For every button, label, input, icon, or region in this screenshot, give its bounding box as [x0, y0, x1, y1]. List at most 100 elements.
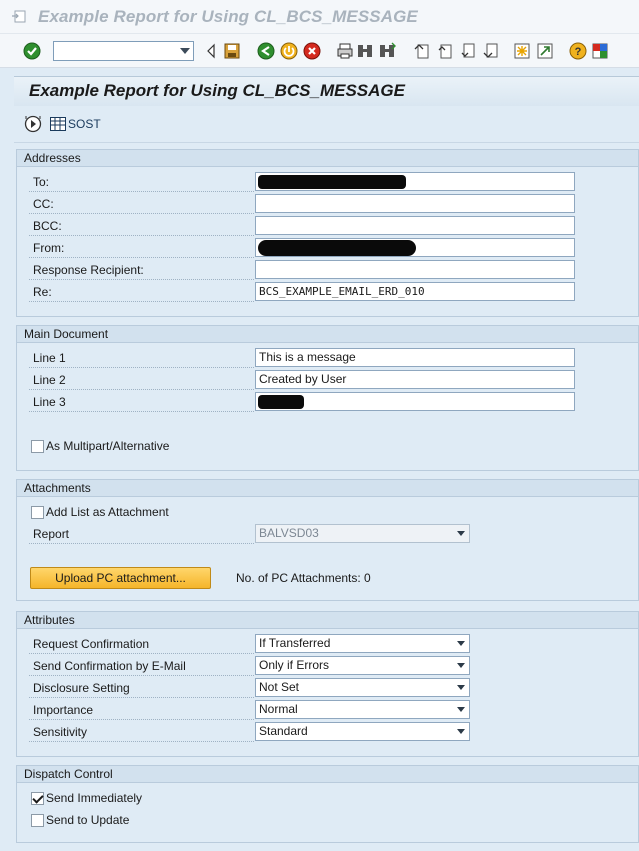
- line3-label: Line 3: [33, 395, 66, 409]
- send-immediately-label: Send Immediately: [46, 791, 143, 805]
- new-session-icon[interactable]: [513, 42, 531, 60]
- previous-page-icon[interactable]: [436, 42, 454, 60]
- row-divider: [29, 389, 254, 390]
- multipart-checkbox[interactable]: As Multipart/Alternative: [31, 439, 169, 453]
- save-icon[interactable]: [223, 42, 241, 60]
- line2-label: Line 2: [33, 373, 66, 387]
- attributes-group: Attributes Request Confirmation If Trans…: [16, 611, 639, 757]
- cancel-icon[interactable]: [303, 42, 321, 60]
- row-divider: [29, 213, 254, 214]
- redacted-block: [258, 240, 416, 256]
- line3-field[interactable]: [255, 392, 575, 411]
- redacted-block: [258, 395, 304, 409]
- request-confirmation-value: If Transferred: [259, 636, 331, 650]
- addresses-title: Addresses: [17, 150, 638, 167]
- checkbox-box[interactable]: [31, 813, 44, 827]
- chevron-down-icon[interactable]: [180, 48, 190, 54]
- add-list-checkbox[interactable]: Add List as Attachment: [31, 505, 169, 519]
- application-toolbar: SOST: [14, 107, 639, 143]
- report-select[interactable]: BALVSD03: [255, 524, 470, 543]
- pc-attachment-count: No. of PC Attachments: 0: [236, 571, 371, 585]
- chevron-down-icon[interactable]: [457, 641, 465, 646]
- next-page-icon[interactable]: [459, 42, 477, 60]
- row-divider: [29, 653, 254, 654]
- checkbox-box-checked[interactable]: [31, 791, 44, 805]
- row-divider: [29, 235, 254, 236]
- re-field[interactable]: BCS_EXAMPLE_EMAIL_ERD_010: [255, 282, 575, 301]
- line1-label: Line 1: [33, 351, 66, 365]
- chevron-down-icon[interactable]: [457, 729, 465, 734]
- importance-label: Importance: [33, 703, 94, 717]
- send-to-update-checkbox[interactable]: Send to Update: [31, 813, 129, 827]
- main-document-group: Main Document Line 1 This is a message L…: [16, 325, 639, 471]
- disclosure-setting-select[interactable]: Not Set: [255, 678, 470, 697]
- line2-field[interactable]: Created by User: [255, 370, 575, 389]
- execute-icon[interactable]: [24, 115, 42, 133]
- from-field[interactable]: [255, 238, 575, 257]
- row-divider: [29, 367, 254, 368]
- back-arrow-icon[interactable]: [203, 42, 221, 60]
- window-title: Example Report for Using CL_BCS_MESSAGE: [38, 7, 418, 26]
- shortcut-icon[interactable]: [536, 42, 554, 60]
- exit-document-icon: [12, 10, 26, 23]
- find-icon[interactable]: [356, 42, 374, 60]
- first-page-icon[interactable]: [413, 42, 431, 60]
- help-icon[interactable]: ?: [569, 42, 587, 60]
- line1-field[interactable]: This is a message: [255, 348, 575, 367]
- disclosure-setting-label: Disclosure Setting: [33, 681, 130, 695]
- svg-text:?: ?: [575, 46, 582, 58]
- cc-label: CC:: [33, 197, 54, 211]
- checkbox-box[interactable]: [31, 439, 44, 453]
- page-title: Example Report for Using CL_BCS_MESSAGE: [29, 81, 405, 100]
- row-divider: [29, 301, 254, 302]
- redacted-block: [258, 175, 406, 189]
- row-divider: [29, 543, 254, 544]
- chevron-down-icon[interactable]: [457, 685, 465, 690]
- sensitivity-select[interactable]: Standard: [255, 722, 470, 741]
- to-label: To:: [33, 175, 50, 189]
- send-confirmation-select[interactable]: Only if Errors: [255, 656, 470, 675]
- chevron-down-icon[interactable]: [457, 707, 465, 712]
- chevron-down-icon[interactable]: [457, 531, 465, 536]
- last-page-icon[interactable]: [482, 42, 500, 60]
- chevron-down-icon[interactable]: [457, 663, 465, 668]
- row-divider: [29, 411, 254, 412]
- response-recipient-label: Response Recipient:: [33, 263, 144, 277]
- sensitivity-value: Standard: [259, 724, 308, 738]
- exit-icon[interactable]: [280, 42, 298, 60]
- send-confirmation-value: Only if Errors: [259, 658, 330, 672]
- bcc-label: BCC:: [33, 219, 62, 233]
- find-next-icon[interactable]: [378, 42, 396, 60]
- back-green-icon[interactable]: [257, 42, 275, 60]
- importance-select[interactable]: Normal: [255, 700, 470, 719]
- send-immediately-checkbox[interactable]: Send Immediately: [31, 791, 142, 805]
- row-divider: [29, 191, 254, 192]
- request-confirmation-select[interactable]: If Transferred: [255, 634, 470, 653]
- request-confirmation-label: Request Confirmation: [33, 637, 150, 651]
- dispatch-control-title: Dispatch Control: [17, 766, 638, 783]
- upload-pc-attachment-button[interactable]: Upload PC attachment...: [30, 567, 211, 589]
- row-divider: [29, 257, 254, 258]
- row-divider: [29, 719, 254, 720]
- enter-check-icon[interactable]: [23, 42, 41, 60]
- attachments-title: Attachments: [17, 480, 638, 497]
- sost-label: SOST: [68, 117, 101, 131]
- title-bar: Example Report for Using CL_BCS_MESSAGE: [0, 0, 639, 34]
- command-field[interactable]: [53, 41, 194, 61]
- checkbox-box[interactable]: [31, 505, 44, 519]
- sost-button[interactable]: SOST: [50, 115, 101, 133]
- row-divider: [29, 675, 254, 676]
- send-confirmation-label: Send Confirmation by E-Mail: [33, 659, 186, 673]
- screen-header: Example Report for Using CL_BCS_MESSAGE: [14, 76, 639, 106]
- print-icon[interactable]: [336, 42, 354, 60]
- attachments-group: Attachments Add List as Attachment Repor…: [16, 479, 639, 601]
- row-divider: [29, 697, 254, 698]
- report-label: Report: [33, 527, 70, 541]
- bcc-field[interactable]: [255, 216, 575, 235]
- response-recipient-field[interactable]: [255, 260, 575, 279]
- send-to-update-label: Send to Update: [46, 813, 130, 827]
- add-list-label: Add List as Attachment: [46, 505, 169, 519]
- to-field[interactable]: [255, 172, 575, 191]
- customize-layout-icon[interactable]: [591, 42, 609, 60]
- cc-field[interactable]: [255, 194, 575, 213]
